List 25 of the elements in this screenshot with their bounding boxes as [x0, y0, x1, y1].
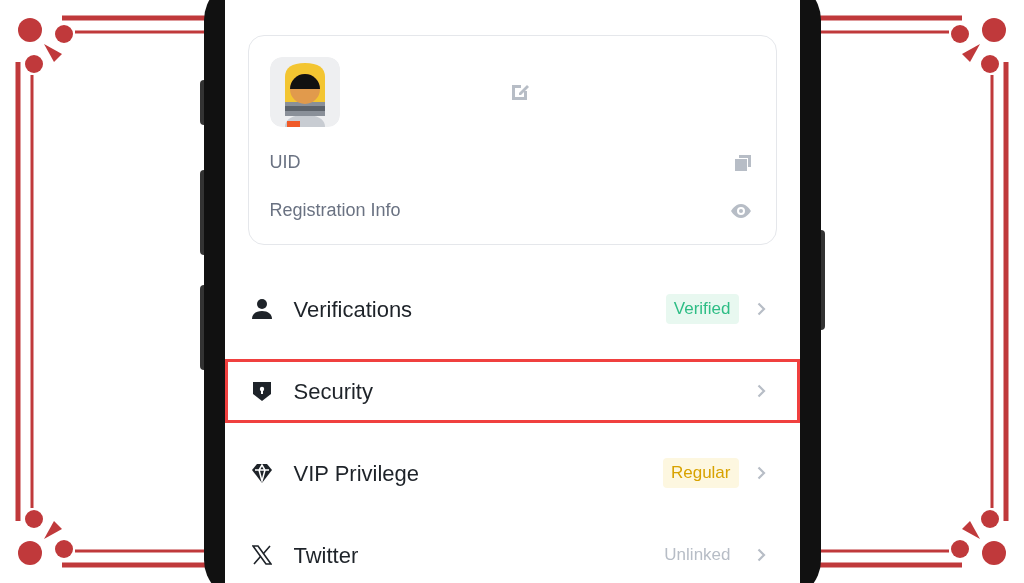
corner-ornament: [951, 510, 1006, 565]
person-icon: [250, 298, 273, 320]
diamond-icon: [250, 462, 273, 484]
corner-ornament: [18, 18, 73, 73]
corner-ornament: [951, 18, 1006, 73]
chevron-right-icon: [756, 466, 766, 480]
status-label: Unlinked: [663, 544, 732, 567]
menu-item[interactable]: Verifications Verified: [224, 277, 800, 341]
chevron-right-icon: [756, 548, 766, 562]
edit-icon[interactable]: [509, 82, 530, 102]
menu-item[interactable]: VIP Privilege Regular: [224, 441, 800, 505]
shield-keyhole-icon: [250, 380, 273, 402]
menu-item[interactable]: Security: [224, 359, 800, 423]
menu-item[interactable]: Twitter Unlinked: [224, 523, 800, 583]
corner-ornament: [18, 510, 73, 565]
copy-icon[interactable]: [733, 153, 752, 172]
astronaut-avatar[interactable]: [269, 57, 340, 127]
chevron-right-icon: [756, 384, 766, 398]
status-badge: Regular: [662, 458, 739, 488]
eye-icon[interactable]: [729, 203, 752, 218]
chevron-right-icon: [756, 302, 766, 316]
status-badge: Verified: [665, 294, 739, 324]
x-logo-icon: [251, 545, 272, 565]
uid-label: UID: [269, 151, 301, 174]
registration-info-label: Registration Info: [269, 199, 401, 222]
